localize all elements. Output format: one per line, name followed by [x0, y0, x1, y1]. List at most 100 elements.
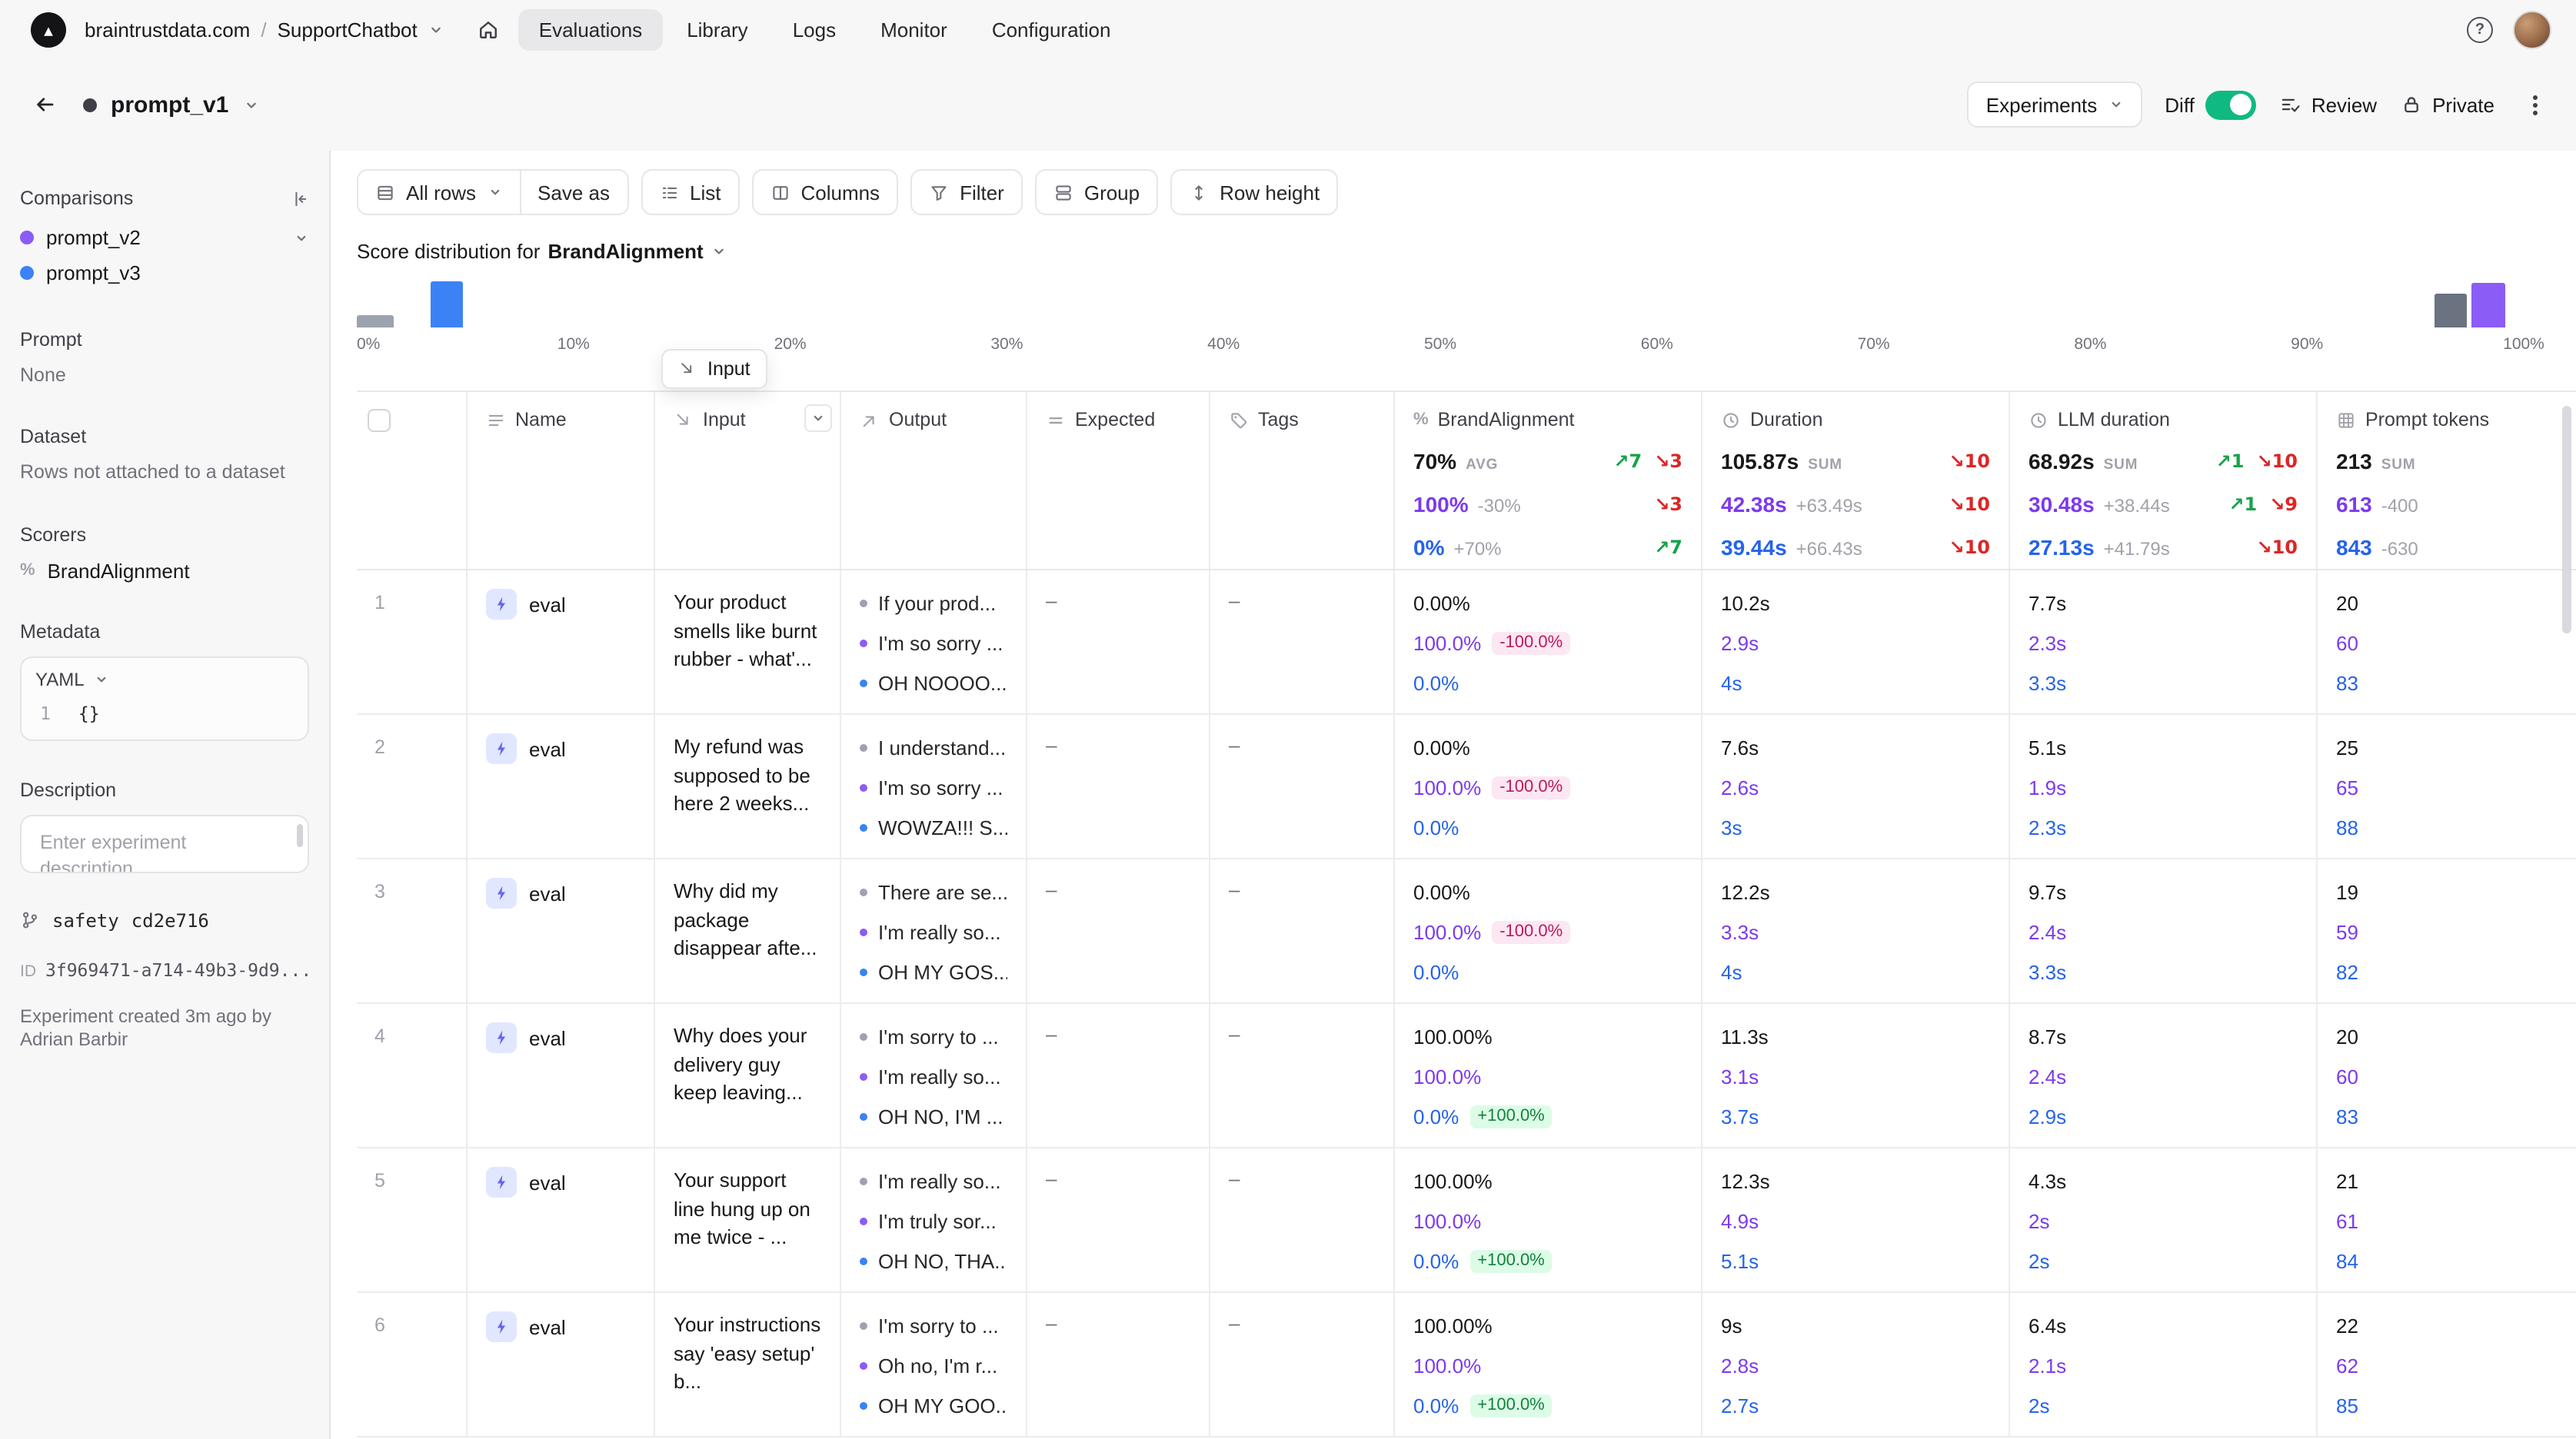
input-cell[interactable]: Your product smells like burnt rubber - …: [655, 570, 841, 713]
braintrust-logo-icon[interactable]: [31, 12, 66, 47]
group-button[interactable]: Group: [1034, 169, 1159, 215]
tab-library[interactable]: Library: [667, 8, 768, 50]
output-cell[interactable]: I'm sorry to ... I'm really so... OH NO, I…: [841, 1004, 1027, 1147]
score-diff-badge: +100.0%: [1469, 1394, 1553, 1417]
input-cell[interactable]: Why does your delivery guy keep leaving.…: [655, 1004, 841, 1147]
llm-duration-column-header[interactable]: LLM duration 68.92s SUM ↗1 ↘10 30.48s +38.44s…: [2010, 392, 2318, 569]
output-bullet-icon: [860, 1257, 867, 1265]
save-as-button[interactable]: Save as: [521, 171, 627, 214]
input-cell[interactable]: Your support line hung up on me twice - …: [655, 1148, 841, 1291]
table-row[interactable]: 5 eval Your support line hung up on me twi…: [357, 1148, 2576, 1293]
description-scrollbar[interactable]: [297, 823, 303, 846]
tab-logs[interactable]: Logs: [773, 8, 856, 50]
metadata-code-line[interactable]: 1 {}: [22, 696, 308, 739]
experiment-name: eval: [529, 882, 566, 905]
input-column-header[interactable]: Input: [655, 392, 841, 569]
private-button[interactable]: Private: [2400, 93, 2494, 116]
description-section: Description Enter experiment description…: [20, 779, 309, 872]
home-button[interactable]: [467, 8, 510, 51]
output-cell[interactable]: If your prod... I'm so sorry ... OH NOOOO.…: [841, 570, 1027, 713]
histogram-bar[interactable]: [2471, 283, 2506, 327]
row-height-button[interactable]: Row height: [1170, 169, 1339, 215]
columns-button[interactable]: Columns: [751, 169, 899, 215]
input-column-menu-button[interactable]: [804, 404, 832, 432]
output-text: OH NO, I'M ...: [878, 1105, 1003, 1128]
user-avatar[interactable]: [2513, 10, 2551, 48]
metadata-format-select[interactable]: YAML: [22, 657, 308, 696]
help-icon[interactable]: [2467, 16, 2493, 42]
tokens-cell: 19 59 82: [2318, 859, 2576, 1002]
table-row[interactable]: 4 eval Why does your delivery guy keep lea…: [357, 1004, 2576, 1148]
tags-column-header[interactable]: Tags: [1210, 392, 1395, 569]
tab-configuration[interactable]: Configuration: [972, 8, 1131, 50]
review-button[interactable]: Review: [2279, 93, 2377, 116]
output-line: If your prod...: [860, 589, 1007, 616]
duration-column-header[interactable]: Duration 105.87s SUM ↘10 42.38s +63.49s ↘10 39…: [1702, 392, 2010, 569]
breadcrumb[interactable]: braintrustdata.com / SupportChatbot: [85, 18, 445, 41]
name-column-header[interactable]: Name: [468, 392, 655, 569]
histogram-bar[interactable]: [357, 315, 394, 327]
diff-toggle[interactable]: [2205, 90, 2256, 119]
all-rows-filter[interactable]: All rows: [358, 171, 519, 214]
more-menu-button[interactable]: [2518, 83, 2551, 126]
tokens-aggregates: 213 SUM 613 -400 843 -630: [2336, 440, 2561, 569]
expected-column-header[interactable]: Expected: [1027, 392, 1210, 569]
output-line: There are se...: [860, 878, 1007, 906]
comparison-item[interactable]: prompt_v2: [20, 220, 309, 255]
filter-button[interactable]: Filter: [910, 169, 1023, 215]
input-cell[interactable]: Your instructions say 'easy setup' b...: [655, 1293, 841, 1436]
output-text: I understand...: [878, 736, 1007, 759]
duration-value: 3.7s: [1721, 1105, 1759, 1128]
output-bullet-icon: [860, 968, 867, 975]
score-line: 0.0% +100.0%: [1413, 1102, 1682, 1130]
metadata-editor[interactable]: YAML 1 {}: [20, 656, 309, 740]
collapse-panel-icon[interactable]: [289, 188, 309, 208]
score-distribution-header[interactable]: Score distribution for BrandAlignment: [331, 215, 2576, 263]
table-row[interactable]: 2 eval My refund was supposed to be here 2…: [357, 715, 2576, 859]
tags-empty-value: –: [1229, 1167, 1240, 1190]
output-text: I'm so sorry ...: [878, 631, 1003, 654]
table-row[interactable]: 6 eval Your instructions say 'easy setup' …: [357, 1293, 2576, 1437]
tab-monitor[interactable]: Monitor: [860, 8, 967, 50]
scorer-item[interactable]: BrandAlignment: [20, 559, 309, 582]
vertical-scrollbar-thumb[interactable]: [2562, 406, 2571, 633]
output-cell[interactable]: I'm really so... I'm truly sor... OH NO, T…: [841, 1148, 1027, 1291]
experiment-header: prompt_v1 Experiments Diff Review Privat…: [0, 58, 2576, 151]
name-cell: eval: [468, 570, 655, 713]
experiment-title-group[interactable]: prompt_v1: [83, 91, 259, 118]
output-cell[interactable]: There are se... I'm really so... OH MY GOS…: [841, 859, 1027, 1002]
prompt-tokens-column-header[interactable]: Prompt tokens 213 SUM 613 -400 843 -630: [2318, 392, 2576, 569]
output-text: I'm so sorry ...: [878, 776, 1003, 799]
page-title: prompt_v1: [111, 91, 229, 118]
output-column-header[interactable]: Output: [841, 392, 1027, 569]
tokens-value: 20: [2336, 591, 2358, 614]
table-row[interactable]: 3 eval Why did my package disappear afte..…: [357, 859, 2576, 1004]
chevron-down-icon[interactable]: [242, 96, 259, 113]
id-value: 3f969471-a714-49b3-9d9...: [45, 959, 309, 980]
experiments-dropdown[interactable]: Experiments: [1967, 81, 2142, 128]
input-cell[interactable]: My refund was supposed to be here 2 week…: [655, 715, 841, 858]
axis-label: 10%: [557, 335, 590, 354]
comparison-item[interactable]: prompt_v3: [20, 255, 309, 291]
output-cell[interactable]: I understand... I'm so sorry ... WOWZA!!! …: [841, 715, 1027, 858]
histogram-bar[interactable]: [430, 281, 463, 327]
tab-evaluations[interactable]: Evaluations: [518, 8, 663, 50]
regressions-badge: ↘10: [1949, 537, 1990, 558]
line-number: 1: [40, 702, 51, 723]
table-row[interactable]: 1 eval Your product smells like burnt rubb…: [357, 570, 2576, 715]
brand-alignment-column-header[interactable]: BrandAlignment 70% AVG ↗7 ↘3 100% -30% ↘3 0% +70…: [1395, 392, 1702, 569]
aggregate-line: 843 -630: [2336, 526, 2558, 569]
git-info[interactable]: safety cd2e716: [20, 909, 309, 931]
llm-duration-value: 3.3s: [2029, 960, 2067, 983]
histogram-bar[interactable]: [2435, 294, 2468, 327]
chevron-down-icon[interactable]: [294, 230, 309, 245]
back-button[interactable]: [22, 81, 68, 128]
experiment-id[interactable]: ID 3f969471-a714-49b3-9d9...: [20, 959, 309, 980]
output-line: OH NO, I'M ...: [860, 1102, 1007, 1130]
output-cell[interactable]: I'm sorry to ... Oh no, I'm r... OH MY GOO…: [841, 1293, 1027, 1436]
description-input[interactable]: Enter experiment description...: [20, 814, 309, 872]
list-view-button[interactable]: List: [641, 169, 740, 215]
select-all-checkbox[interactable]: [368, 409, 391, 432]
input-cell[interactable]: Why did my package disappear afte...: [655, 859, 841, 1002]
comparison-name: prompt_v2: [46, 226, 141, 249]
